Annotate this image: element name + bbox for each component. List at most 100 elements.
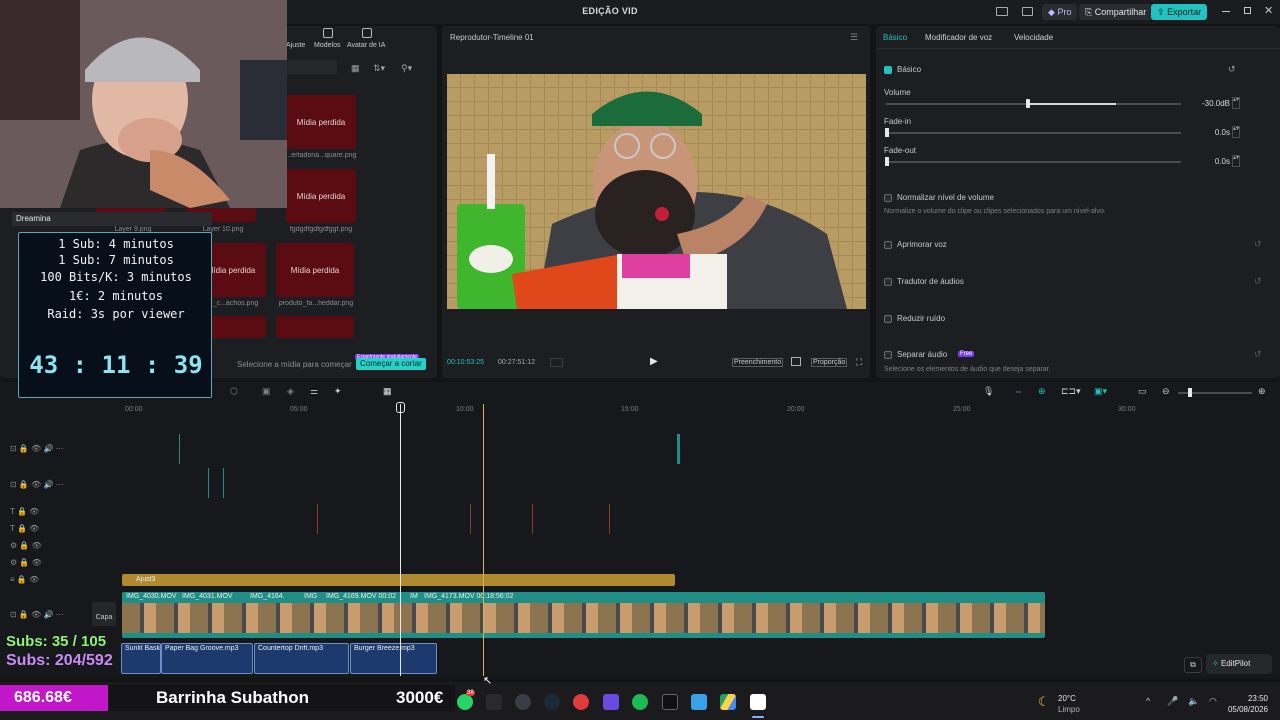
player-menu-icon[interactable]: ☰ xyxy=(850,32,858,43)
capcut-active-icon[interactable] xyxy=(750,694,766,710)
notepad-icon[interactable] xyxy=(691,694,707,710)
fill-button[interactable]: Preenchimento xyxy=(732,358,784,367)
mic-icon[interactable]: 🎙 xyxy=(983,386,994,397)
crop-icon[interactable]: ▣ xyxy=(262,386,271,397)
editpilot-button[interactable]: ✧ EditPilot xyxy=(1206,654,1272,674)
grid-view-icon[interactable]: ▦ xyxy=(351,63,360,74)
caption-toggle-icon[interactable]: ⧉ xyxy=(1184,657,1202,673)
noise-checkbox[interactable] xyxy=(884,315,892,323)
weather-desc[interactable]: Limpo xyxy=(1058,705,1080,714)
drive-icon[interactable] xyxy=(720,694,736,710)
mirror-icon[interactable]: ◈ xyxy=(287,386,294,397)
minimize-button[interactable] xyxy=(1222,11,1230,12)
track-controls[interactable]: ≡ 🔒 👁 xyxy=(10,575,39,584)
fadein-slider[interactable] xyxy=(886,132,1181,134)
tab-basic[interactable]: Básico xyxy=(883,33,907,42)
capcut-icon[interactable] xyxy=(662,694,678,710)
normalize-checkbox[interactable] xyxy=(884,194,892,202)
volume-icon[interactable]: 🔈 xyxy=(1188,696,1199,707)
maximize-button[interactable] xyxy=(1244,7,1251,14)
enhance-reset-icon[interactable]: ↺ xyxy=(1254,239,1262,250)
fadein-value[interactable]: 0.0s xyxy=(1186,128,1230,137)
zoom-in-icon[interactable]: ⊕ xyxy=(1258,386,1266,397)
track-controls[interactable]: ⚙ 🔒 👁 xyxy=(10,541,42,550)
magnet-icon[interactable]: ⊕ xyxy=(1038,386,1046,397)
app-red-icon[interactable] xyxy=(573,694,589,710)
start-cutting-button[interactable]: Começar a cortar xyxy=(356,358,426,370)
mic-tray-icon[interactable]: 🎤 xyxy=(1167,696,1178,707)
fadein-slider-knob[interactable] xyxy=(885,128,889,137)
wifi-icon[interactable]: ◠ xyxy=(1209,696,1217,707)
fullscreen-icon[interactable]: ⛶ xyxy=(856,357,862,368)
grid-app-icon[interactable] xyxy=(603,694,619,710)
fadeout-stepper[interactable]: ▴▾ xyxy=(1232,155,1240,167)
epic-games-icon[interactable] xyxy=(486,694,502,710)
split-icon[interactable]: ⬡ xyxy=(230,386,238,397)
media-toolbar-item-templates[interactable]: Modelos xyxy=(314,42,340,49)
media-tile[interactable]: Mídia perdida xyxy=(286,95,356,149)
audio-clip[interactable]: Paper Bag Groove.mp3 xyxy=(161,643,253,674)
reset-icon[interactable]: ↺ xyxy=(1228,64,1236,75)
audio-clip[interactable]: Sunlit Bask xyxy=(121,643,161,674)
media-tile[interactable]: Mídia perdida xyxy=(286,169,356,223)
enhance-voice-checkbox[interactable] xyxy=(884,241,892,249)
playhead[interactable] xyxy=(400,404,401,676)
preview-axis-icon[interactable]: ▣▾ xyxy=(1094,386,1107,397)
tab-voice-changer[interactable]: Modificador de voz xyxy=(925,33,992,42)
monitor-toggle-icon[interactable]: ▭ xyxy=(1138,386,1147,397)
zoom-out-icon[interactable]: ⊖ xyxy=(1162,386,1170,397)
volume-stepper[interactable]: ▴▾ xyxy=(1232,97,1240,109)
track-controls[interactable]: ⊡ 🔒 👁 🔊 ⋯ xyxy=(10,480,64,489)
track-controls[interactable]: ⚙ 🔒 👁 xyxy=(10,558,42,567)
track-controls[interactable]: T 🔒 👁 xyxy=(10,507,39,516)
snap-icon[interactable]: ⊏⊐▾ xyxy=(1061,386,1081,397)
track-controls[interactable]: ⊡ 🔒 👁 🔊 ⋯ xyxy=(10,610,64,619)
chevron-up-icon[interactable]: ^ xyxy=(1146,696,1150,706)
playhead-handle[interactable] xyxy=(396,402,405,413)
volume-value[interactable]: -30.0dB xyxy=(1186,99,1230,108)
close-button[interactable]: ✕ xyxy=(1264,4,1273,17)
screenshot-icon[interactable] xyxy=(791,357,801,366)
basic-checkbox[interactable] xyxy=(884,66,892,74)
ratio-button[interactable]: Proporção xyxy=(811,358,848,367)
media-tile[interactable]: Mídia perdida xyxy=(276,243,354,297)
magic-icon[interactable]: ✦ xyxy=(334,386,342,397)
play-button[interactable]: ▶ xyxy=(650,356,658,367)
volume-slider-knob[interactable] xyxy=(1025,99,1030,108)
export-button[interactable]: ⇪ Exportar xyxy=(1151,4,1208,20)
audio-clip[interactable]: Countertop Drift.mp3 xyxy=(254,643,349,674)
audio-clip[interactable]: Burger Breeze.mp3 xyxy=(350,643,437,674)
monitor-icon[interactable] xyxy=(1022,7,1033,16)
filter-icon[interactable]: ⚲▾ xyxy=(401,63,412,74)
track-controls[interactable]: T 🔒 👁 xyxy=(10,524,39,533)
clock-date[interactable]: 05/08/2026 xyxy=(1222,705,1268,714)
fadeout-value[interactable]: 0.0s xyxy=(1186,157,1230,166)
discord-icon[interactable] xyxy=(515,694,531,710)
zoom-slider-knob[interactable] xyxy=(1188,388,1192,397)
media-tile[interactable] xyxy=(276,316,354,338)
steam-icon[interactable] xyxy=(544,694,560,710)
media-toolbar-item-avatar[interactable]: Avatar de IA xyxy=(347,42,385,49)
media-search-input[interactable] xyxy=(287,60,337,74)
weather-temp[interactable]: 20°C xyxy=(1058,694,1076,703)
separate-checkbox[interactable] xyxy=(884,351,892,359)
fadeout-slider[interactable] xyxy=(886,161,1181,163)
adjust-clip[interactable]: Ajust3 xyxy=(122,574,675,586)
translate-checkbox[interactable] xyxy=(884,278,892,286)
whatsapp-icon[interactable] xyxy=(457,694,473,710)
fadein-stepper[interactable]: ▴▾ xyxy=(1232,126,1240,138)
cover-button[interactable]: Capa xyxy=(92,602,116,626)
link-icon[interactable]: ⇔ xyxy=(1014,386,1023,396)
adjust-icon[interactable]: ⚌ xyxy=(310,386,318,397)
share-button[interactable]: ⎘ Compartilhar xyxy=(1079,4,1153,20)
grid-icon[interactable]: ▦ xyxy=(383,386,392,397)
layout-icon[interactable] xyxy=(996,7,1008,16)
translate-reset-icon[interactable]: ↺ xyxy=(1254,276,1262,287)
separate-reset-icon[interactable]: ↺ xyxy=(1254,349,1262,360)
tab-speed[interactable]: Velocidade xyxy=(1014,33,1053,42)
sort-icon[interactable]: ⇅▾ xyxy=(373,63,385,74)
fadeout-slider-knob[interactable] xyxy=(885,157,889,166)
pro-badge[interactable]: ◆ Pro xyxy=(1042,4,1078,20)
spotify-icon[interactable] xyxy=(632,694,648,710)
media-toolbar-item-adjust[interactable]: Ajuste xyxy=(286,42,305,49)
